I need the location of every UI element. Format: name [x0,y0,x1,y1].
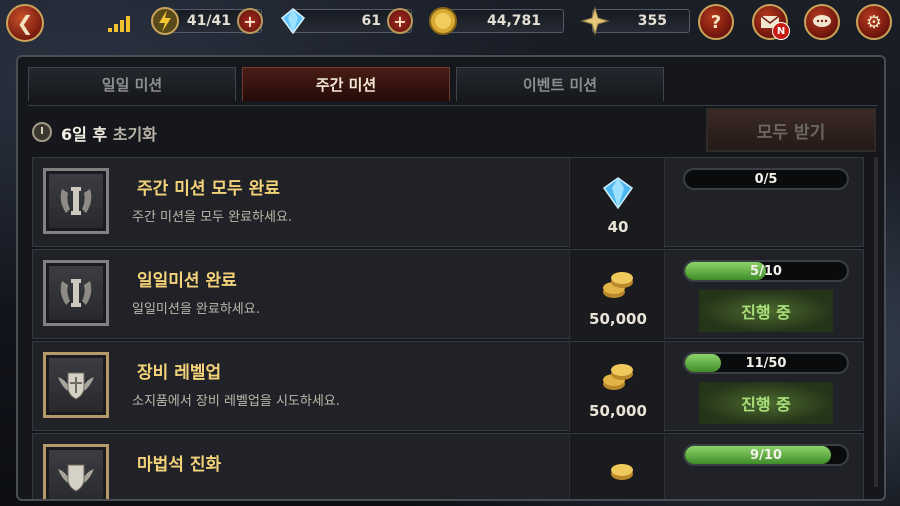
mission-header: 6일 후 초기화 모두 받기 [28,105,878,153]
reward-amount: 50,000 [589,310,647,328]
mission-row: 마법석 진화 9/10 [32,433,864,499]
add-gem-button[interactable]: + [387,8,413,34]
roman-one-emblem-icon [60,279,92,307]
tab-daily[interactable]: 일일 미션 [28,67,236,101]
mail-button[interactable]: N [752,4,790,40]
gold-coins-icon [603,364,633,390]
gold-coins-icon [611,464,633,480]
gold-coin-icon [427,5,459,37]
mission-icon [43,260,109,326]
status-in-progress[interactable]: 진행 중 [699,290,833,332]
reset-timer: 6일 후 초기화 [61,125,157,144]
mission-row: 장비 레벨업 소지품에서 장비 레벨업을 시도하세요. 50,000 11/50… [32,341,864,432]
gear-icon: ⚙ [865,11,883,33]
gem-value: 61 [361,13,381,29]
mission-list[interactable]: 주간 미션 모두 완료 주간 미션을 모두 완료하세요. 40 0/5 일일미션… [32,157,864,499]
help-button[interactable]: ? [698,4,734,40]
mission-icon [43,168,109,234]
mission-row: 일일미션 완료 일일미션을 완료하세요. 50,000 5/10 진행 중 [32,249,864,340]
mail-badge: N [772,22,790,40]
claim-all-button[interactable]: 모두 받기 [706,108,876,152]
mission-desc: 소지품에서 장비 레벨업을 시도하세요. [132,394,340,409]
energy-value: 41/41 [186,13,231,29]
mission-desc: 주간 미션을 모두 완료하세요. [132,210,293,225]
mission-title: 주간 미션 모두 완료 [137,179,280,199]
tab-weekly[interactable]: 주간 미션 [242,67,450,101]
gem-counter: 61 + [280,8,413,35]
list-scrollbar[interactable] [874,157,878,487]
mission-progress: 5/10 [683,260,849,282]
chat-button[interactable] [804,4,840,40]
clock-icon [32,122,52,142]
reward-amount: 50,000 [589,402,647,420]
winged-shield-icon [58,372,94,400]
top-bar: ❮ 41/41 + 61 + 44,781 355 ? N ⚙ [0,0,900,46]
energy-counter: 41/41 + [151,7,263,35]
mission-panel: 일일 미션 주간 미션 이벤트 미션 6일 후 초기화 모두 받기 주간 미션 … [16,55,886,501]
gold-coins-icon [603,272,633,298]
signal-icon [108,14,138,32]
back-button[interactable]: ❮ [6,4,44,42]
settings-button[interactable]: ⚙ [856,4,892,40]
progress-text: 11/50 [745,356,787,371]
mission-icon [43,352,109,418]
back-arrow-icon: ❮ [16,11,34,35]
mission-title: 장비 레벨업 [137,363,222,383]
lightning-icon [149,5,181,37]
status-in-progress[interactable]: 진행 중 [699,382,833,424]
mission-progress: 0/5 [683,168,849,190]
mission-desc: 일일미션을 완료하세요. [132,302,260,317]
progress-text: 9/10 [750,448,782,463]
mission-reward: 50,000 [569,342,665,432]
mission-reward: 50,000 [569,250,665,340]
chat-icon [813,15,831,27]
gem-icon [602,177,634,210]
winged-shield-icon [58,464,94,492]
help-icon: ? [710,11,722,33]
progress-text: 5/10 [750,264,782,279]
roman-one-emblem-icon [60,187,92,215]
gold-value: 44,781 [486,13,541,29]
compass-star-icon [579,5,611,37]
mission-icon [43,444,109,499]
mission-title: 마법석 진화 [137,455,222,475]
add-energy-button[interactable]: + [237,8,263,34]
mission-progress: 9/10 [683,444,849,466]
mission-reward [569,434,665,499]
mission-row: 주간 미션 모두 완료 주간 미션을 모두 완료하세요. 40 0/5 [32,157,864,248]
reward-amount: 40 [607,218,629,236]
progress-text: 0/5 [754,172,778,187]
mission-reward: 40 [569,158,665,248]
mission-title: 일일미션 완료 [137,271,237,291]
mission-progress: 11/50 [683,352,849,374]
gem-icon [277,5,309,37]
tab-event[interactable]: 이벤트 미션 [456,67,664,101]
honor-counter: 355 [580,6,690,36]
honor-value: 355 [637,13,667,29]
gold-counter: 44,781 [429,7,564,35]
